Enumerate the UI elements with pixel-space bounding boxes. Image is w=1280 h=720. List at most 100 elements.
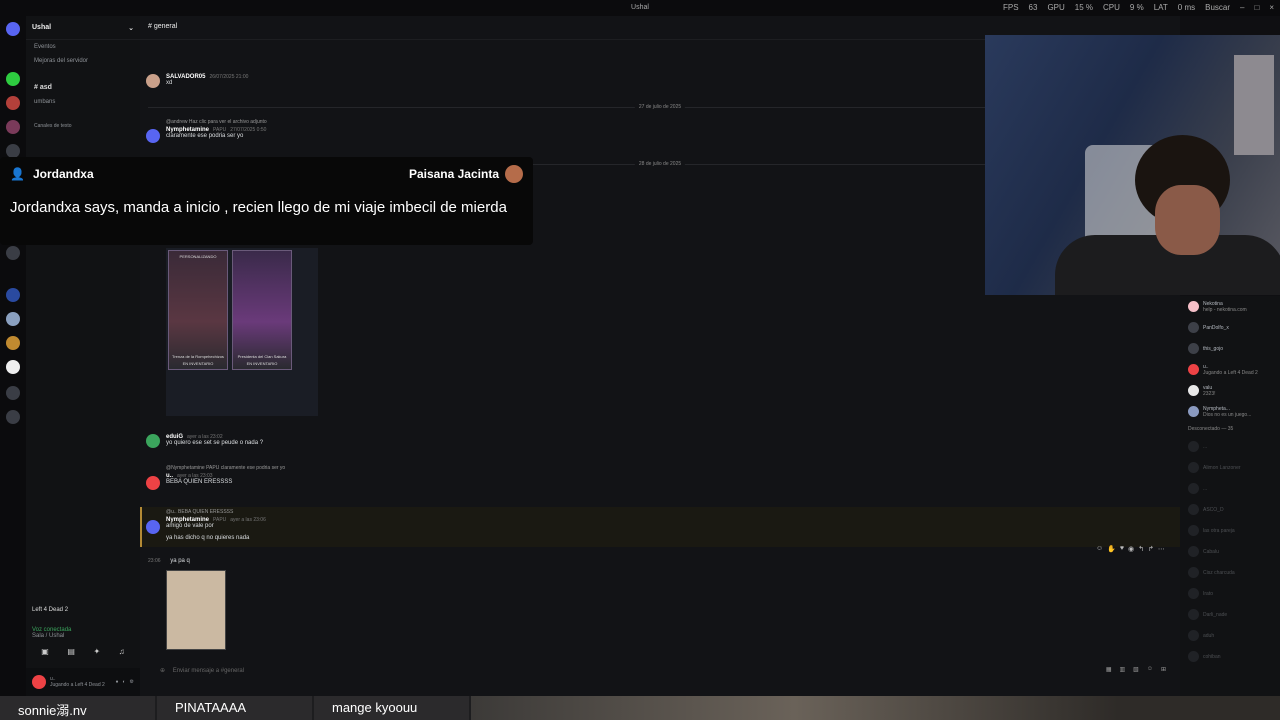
server-icon[interactable] <box>6 336 20 350</box>
headphones-icon[interactable]: ◐ <box>122 679 125 685</box>
mic-icon[interactable]: ● <box>115 679 118 685</box>
server-icon[interactable] <box>6 72 20 86</box>
sticker-image[interactable] <box>166 570 226 650</box>
server-icon[interactable] <box>6 96 20 110</box>
server-icon[interactable] <box>6 288 20 302</box>
reply-preview[interactable]: @u.. BEBA QUIEN ERESSSS <box>166 509 266 515</box>
member-item[interactable]: PanDolfo_x <box>1180 317 1280 338</box>
message-composer[interactable]: ⊕ Enviar mensaje a #general ▦ ▥ ▧ ☺ ⊞ <box>146 662 1174 678</box>
item-card[interactable]: PERSONALIZANDO Trenza de la Rompehechizo… <box>168 250 228 370</box>
voice-panel: Left 4 Dead 2 Voz conectada Sala / Ushal… <box>26 603 140 660</box>
member-item[interactable]: u.. Jugando a Left 4 Dead 2 <box>1180 359 1280 380</box>
activities-icon[interactable]: ✦ <box>93 647 100 656</box>
screen-share-icon[interactable]: ▤ <box>67 647 75 656</box>
reaction-icon[interactable]: ♥ <box>1120 545 1124 553</box>
divider-label: 27 de julio de 2025 <box>634 104 686 110</box>
avatar <box>1188 525 1199 536</box>
camera-icon[interactable]: ▣ <box>41 647 49 656</box>
member-item[interactable]: cohiban <box>1180 646 1280 667</box>
member-item[interactable]: Nymphetа... Dios no es un juego... <box>1180 401 1280 422</box>
avatar[interactable] <box>146 520 160 534</box>
sidebar-item-events[interactable]: Eventos <box>26 40 140 54</box>
sidebar-item-boosts[interactable]: Mejoras del servidor <box>26 54 140 68</box>
avatar <box>1188 343 1199 354</box>
message-time: ayer a las 23:06 <box>230 517 266 523</box>
emoji-icon[interactable]: ☺ <box>1147 666 1153 673</box>
member-name: aduh <box>1203 632 1215 639</box>
avatar[interactable] <box>146 129 160 143</box>
maximize-icon[interactable]: □ <box>1254 3 1259 12</box>
member-item[interactable]: ... <box>1180 436 1280 457</box>
message-time: 23:06 <box>148 558 161 564</box>
server-icon[interactable] <box>6 246 20 260</box>
category-text-channels[interactable]: Canales de texto <box>26 119 140 133</box>
member-item[interactable]: aduh <box>1180 625 1280 646</box>
member-item[interactable]: this_gojo <box>1180 338 1280 359</box>
server-icon[interactable] <box>6 120 20 134</box>
minimize-icon[interactable]: – <box>1240 3 1244 12</box>
stream-label: sonnie溺.nv <box>0 696 155 720</box>
server-icon[interactable] <box>6 360 20 374</box>
sticker-icon[interactable]: ▧ <box>1133 666 1139 673</box>
message-text: xd <box>166 80 173 86</box>
channel-label: asd <box>39 84 52 91</box>
reply-preview[interactable]: @Nymphetamine PAPU claramente ese podria… <box>166 465 285 471</box>
more-icon[interactable]: ⋯ <box>1158 545 1165 553</box>
add-server-icon[interactable] <box>6 386 20 400</box>
reply-preview[interactable]: @andrew Haz clic para ver el archivo adj… <box>166 119 267 125</box>
offline-section-label: Desconectado — 35 <box>1188 426 1234 432</box>
avatar[interactable] <box>32 675 46 689</box>
avatar <box>1188 301 1199 312</box>
server-icon[interactable] <box>6 312 20 326</box>
member-item[interactable]: las otra pareja <box>1180 520 1280 541</box>
item-card[interactable]: Presidenta del Clan Sakura EN INVENTARIO <box>232 250 292 370</box>
soundboard-icon[interactable]: ♫ <box>119 647 125 656</box>
emoji-icon[interactable]: ◉ <box>1128 545 1134 553</box>
webcam-feed <box>985 35 1280 295</box>
server-icon[interactable] <box>6 144 20 158</box>
avatar[interactable] <box>146 476 160 490</box>
reaction-icon[interactable]: ☺ <box>1096 545 1103 553</box>
message: eduiG ayer a las 23:02 yo quiero ese set … <box>146 434 263 448</box>
reaction-icon[interactable]: ✋ <box>1107 545 1116 553</box>
channel-title: general <box>153 23 178 30</box>
message-text: ya has dicho q no quieres nada <box>166 535 250 541</box>
member-item[interactable]: valu 2323! <box>1180 380 1280 401</box>
member-name: ... <box>1203 443 1208 450</box>
reply-icon[interactable]: ↰ <box>1138 545 1144 553</box>
title-bar: Ushal FPS 63 GPU 15 % CPU 9 % LAT 0 ms B… <box>0 0 1280 16</box>
member-name: las otra pareja <box>1203 527 1235 534</box>
stream-label: PINATAAAA <box>157 696 312 720</box>
member-item[interactable]: Irato <box>1180 583 1280 604</box>
member-item[interactable]: Darli_nade <box>1180 604 1280 625</box>
stream-label: mange kyoouu <box>314 696 469 720</box>
gift-icon[interactable]: ▦ <box>1106 666 1112 673</box>
gear-icon[interactable]: ⚙ <box>130 679 134 685</box>
member-item[interactable]: Nekotina help - nekotina.com <box>1180 296 1280 317</box>
forward-icon[interactable]: ↱ <box>1148 545 1154 553</box>
card-caption: Trenza de la Rompehechizos <box>172 354 224 359</box>
add-attachment-icon[interactable]: ⊕ <box>160 668 165 674</box>
server-name: Ushal <box>32 24 52 31</box>
gif-icon[interactable]: ▥ <box>1119 666 1125 673</box>
avatar <box>1188 385 1199 396</box>
server-header[interactable]: Ushal ⌄ <box>26 16 140 40</box>
channel-asd[interactable]: # asd <box>26 80 140 95</box>
avatar <box>1188 630 1199 641</box>
home-icon[interactable] <box>6 22 20 36</box>
message-text: claramente ese podria ser yo <box>166 133 244 139</box>
image-attachment[interactable]: PERSONALIZANDO Trenza de la Rompehechizo… <box>166 248 318 416</box>
lat-label: LAT <box>1153 3 1168 12</box>
apps-icon[interactable]: ⊞ <box>1161 666 1166 673</box>
member-item[interactable]: Alimon Lanzoner <box>1180 457 1280 478</box>
channel-umbans[interactable]: umbans <box>26 95 140 109</box>
close-icon[interactable]: × <box>1269 3 1274 12</box>
search-input[interactable]: Buscar <box>1205 3 1230 12</box>
member-item[interactable]: ... <box>1180 478 1280 499</box>
avatar[interactable] <box>146 434 160 448</box>
member-item[interactable]: Cisz charcuda <box>1180 562 1280 583</box>
explore-icon[interactable] <box>6 410 20 424</box>
avatar[interactable] <box>146 74 160 88</box>
member-item[interactable]: Cabalu <box>1180 541 1280 562</box>
member-item[interactable]: ASCO_D <box>1180 499 1280 520</box>
